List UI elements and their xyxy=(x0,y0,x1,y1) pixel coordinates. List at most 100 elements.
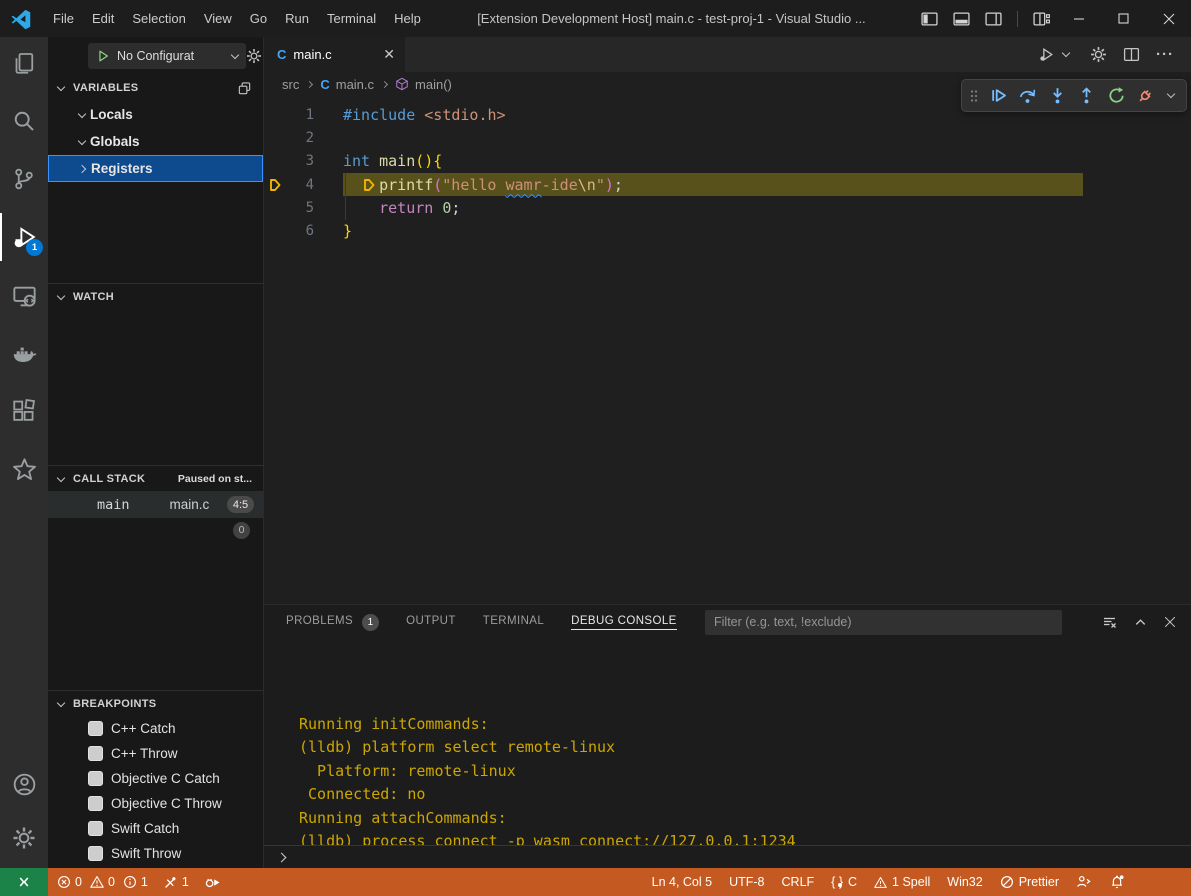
breadcrumb-folder[interactable]: src xyxy=(282,77,299,92)
spell-checker-status[interactable]: 1 Spell xyxy=(874,875,930,889)
search-icon[interactable] xyxy=(0,97,48,145)
breakpoint-checkbox[interactable] xyxy=(88,821,103,836)
breakpoint-item[interactable]: C++ Throw xyxy=(48,741,263,766)
console-filter-input[interactable] xyxy=(705,610,1062,635)
breadcrumb-symbol[interactable]: main() xyxy=(415,77,452,92)
variables-item[interactable]: Locals xyxy=(48,101,263,128)
continue-button[interactable] xyxy=(986,83,1011,109)
chevron-down-icon xyxy=(57,83,65,91)
menu-item[interactable]: Terminal xyxy=(318,11,385,26)
launch-configuration-dropdown[interactable]: No Configurat xyxy=(88,43,246,69)
watch-section-header[interactable]: WATCH xyxy=(48,283,263,309)
copy-icon[interactable] xyxy=(237,81,252,96)
close-tab-icon[interactable]: ✕ xyxy=(383,46,395,63)
call-stack-section-header[interactable]: CALL STACK Paused on st... xyxy=(48,465,263,491)
error-icon xyxy=(57,875,71,889)
toggle-sidebar-icon[interactable] xyxy=(921,11,938,27)
breakpoint-checkbox[interactable] xyxy=(88,771,103,786)
info-icon xyxy=(123,875,137,889)
split-editor-icon[interactable] xyxy=(1123,46,1140,63)
settings-gear-icon[interactable] xyxy=(0,814,48,862)
run-or-debug-button[interactable] xyxy=(1038,46,1074,63)
step-over-button[interactable] xyxy=(1016,83,1041,109)
remote-explorer-icon[interactable] xyxy=(0,271,48,319)
breakpoint-checkbox[interactable] xyxy=(88,796,103,811)
breakpoint-item[interactable]: Objective C Catch xyxy=(48,766,263,791)
breakpoint-item[interactable]: Swift Catch xyxy=(48,816,263,841)
toggle-secondary-sidebar-icon[interactable] xyxy=(985,11,1002,27)
menu-item[interactable]: Run xyxy=(276,11,318,26)
formatter-status[interactable]: Prettier xyxy=(1000,875,1059,889)
cursor-position[interactable]: Ln 4, Col 5 xyxy=(652,875,712,889)
step-into-button[interactable] xyxy=(1045,83,1070,109)
panel-tab-bar: PROBLEMS 1 OUTPUT TERMINAL xyxy=(264,605,1191,639)
debug-status-icon[interactable] xyxy=(204,874,221,891)
menu-item[interactable]: View xyxy=(195,11,241,26)
panel-tab[interactable]: PROBLEMS 1 xyxy=(286,614,379,631)
minimize-button[interactable] xyxy=(1056,0,1101,37)
disconnect-button[interactable] xyxy=(1134,83,1159,109)
menu-item[interactable]: Selection xyxy=(123,11,194,26)
more-actions-icon[interactable]: ··· xyxy=(1156,46,1174,63)
breakpoint-checkbox[interactable] xyxy=(88,846,103,861)
restart-button[interactable] xyxy=(1104,83,1129,109)
start-debug-icon[interactable] xyxy=(96,49,110,63)
panel-tab[interactable]: DEBUG CONSOLE xyxy=(571,615,677,630)
variables-item[interactable]: Globals xyxy=(48,128,263,155)
problems-status[interactable]: 0 0 1 xyxy=(57,875,148,889)
debug-console-input[interactable] xyxy=(264,845,1191,868)
customize-layout-icon[interactable] xyxy=(1033,11,1050,27)
platform-target[interactable]: Win32 xyxy=(947,875,982,889)
menu-item[interactable]: Edit xyxy=(83,11,123,26)
variables-item[interactable]: Registers xyxy=(48,155,263,182)
tab-main-c[interactable]: C main.c ✕ xyxy=(264,37,405,72)
stack-frame-row[interactable]: main main.c 4:5 xyxy=(48,491,263,518)
launch-settings-gear-icon[interactable] xyxy=(246,48,262,64)
menu-item[interactable]: Help xyxy=(385,11,430,26)
editor-area[interactable]: C main.c ✕ xyxy=(264,37,1191,604)
extensions-icon[interactable] xyxy=(0,387,48,435)
close-panel-icon[interactable] xyxy=(1163,615,1177,629)
close-button[interactable] xyxy=(1146,0,1191,37)
notifications-bell-icon[interactable] xyxy=(1109,874,1125,890)
maximize-panel-icon[interactable] xyxy=(1133,615,1148,630)
breakpoints-section-header[interactable]: BREAKPOINTS xyxy=(48,690,263,716)
source-control-icon[interactable] xyxy=(0,155,48,203)
breakpoint-item[interactable]: Swift Throw xyxy=(48,841,263,866)
breakpoint-item[interactable]: Objective C Throw xyxy=(48,791,263,816)
menu-item[interactable]: Go xyxy=(241,11,276,26)
tools-status[interactable]: 1 xyxy=(163,875,189,890)
account-icon[interactable] xyxy=(0,760,48,808)
remote-indicator[interactable] xyxy=(0,868,48,896)
debug-console-output[interactable]: Running initCommands:(lldb) platform sel… xyxy=(264,639,1191,845)
breakpoint-item[interactable]: C++ Catch xyxy=(48,716,263,741)
chevron-down-icon[interactable] xyxy=(1062,49,1070,57)
breakpoint-checkbox[interactable] xyxy=(88,721,103,736)
window-controls xyxy=(1056,0,1191,37)
breakpoint-checkbox[interactable] xyxy=(88,746,103,761)
toolbar-drag-handle[interactable] xyxy=(969,88,979,104)
variables-section-header[interactable]: VARIABLES xyxy=(48,75,263,101)
chevron-down-icon[interactable] xyxy=(1167,90,1175,98)
encoding[interactable]: UTF-8 xyxy=(729,875,764,889)
editor-settings-gear-icon[interactable] xyxy=(1090,46,1107,63)
panel-tab[interactable]: OUTPUT xyxy=(406,615,456,630)
docker-icon[interactable] xyxy=(0,329,48,377)
maximize-button[interactable] xyxy=(1101,0,1146,37)
eol-sequence[interactable]: CRLF xyxy=(782,875,815,889)
explorer-icon[interactable] xyxy=(0,39,48,87)
breakpoint-label: Swift Catch xyxy=(111,821,179,836)
panel-tab[interactable]: TERMINAL xyxy=(483,615,544,630)
chevron-down-icon xyxy=(57,291,65,299)
step-out-button[interactable] xyxy=(1075,83,1100,109)
favorites-star-icon[interactable] xyxy=(0,445,48,493)
breadcrumb-file[interactable]: main.c xyxy=(336,77,374,92)
code-editor[interactable]: 1#include <stdio.h>23int main(){4 printf… xyxy=(264,96,1191,243)
clear-console-icon[interactable] xyxy=(1102,614,1118,630)
titlebar-separator xyxy=(1017,11,1018,27)
run-and-debug-icon[interactable]: 1 xyxy=(0,213,48,261)
menu-item[interactable]: File xyxy=(44,11,83,26)
toggle-panel-icon[interactable] xyxy=(953,11,970,27)
language-mode[interactable]: { } C xyxy=(831,875,857,889)
feedback-icon[interactable] xyxy=(1076,874,1092,890)
